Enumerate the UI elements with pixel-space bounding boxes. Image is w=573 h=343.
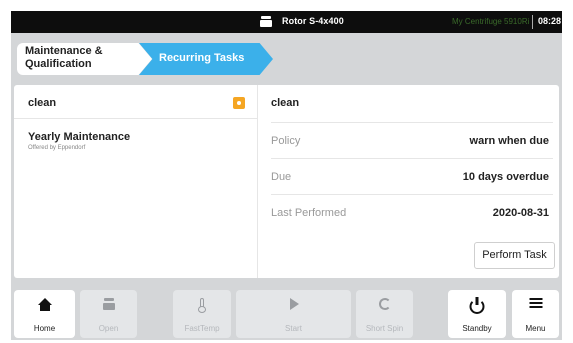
- status-bar: Rotor S-4x400 My Centrifuge 5910Ri 08:28: [11, 11, 562, 33]
- short-spin-icon: [378, 298, 391, 310]
- fasttemp-button[interactable]: FastTemp: [173, 290, 231, 338]
- open-button[interactable]: Open: [80, 290, 137, 338]
- detail-row-policy: Policy warn when due: [271, 122, 553, 157]
- power-icon: [469, 297, 485, 314]
- app-area: Maintenance & Qualification Recurring Ta…: [11, 33, 562, 340]
- home-icon: [37, 298, 52, 312]
- task-detail: clean Policy warn when due Due 10 days o…: [259, 85, 559, 278]
- detail-value: warn when due: [469, 135, 549, 147]
- standby-button[interactable]: Standby: [448, 290, 506, 338]
- perform-task-button[interactable]: Perform Task: [474, 242, 555, 269]
- breadcrumb-recurring-tasks-label: Recurring Tasks: [159, 52, 245, 64]
- home-button[interactable]: Home: [14, 290, 75, 338]
- thermometer-icon: [198, 298, 206, 313]
- detail-key: Last Performed: [271, 207, 347, 219]
- detail-key: Due: [271, 171, 292, 183]
- device-name: My Centrifuge 5910Ri: [452, 17, 530, 26]
- detail-value: 10 days overdue: [462, 171, 549, 183]
- warning-badge-icon: [233, 97, 245, 109]
- open-lid-icon: [102, 298, 115, 310]
- start-button[interactable]: Start: [236, 290, 351, 338]
- breadcrumb-recurring-tasks[interactable]: Recurring Tasks: [139, 43, 273, 75]
- task-item-label: clean: [28, 97, 57, 109]
- task-group-yearly-maintenance[interactable]: Yearly Maintenance Offered by Eppendorf: [28, 131, 130, 151]
- status-divider: [532, 15, 533, 29]
- breadcrumb-maintenance-label: Maintenance & Qualification: [25, 45, 103, 70]
- menu-button[interactable]: Menu: [512, 290, 559, 338]
- home-label: Home: [33, 324, 56, 333]
- bottom-toolbar: Home Open FastTemp Start Short Spin Stan…: [11, 286, 562, 340]
- detail-row-due: Due 10 days overdue: [271, 158, 553, 193]
- open-label: Open: [98, 324, 119, 333]
- main-card: clean Yearly Maintenance Offered by Eppe…: [14, 85, 559, 278]
- task-group-subtitle: Offered by Eppendorf: [28, 145, 86, 151]
- task-list: clean Yearly Maintenance Offered by Eppe…: [14, 85, 258, 278]
- clock: 08:28: [538, 16, 562, 26]
- short-spin-label: Short Spin: [365, 324, 404, 333]
- task-group-title: Yearly Maintenance: [28, 131, 131, 143]
- detail-row-last-performed: Last Performed 2020-08-31: [271, 194, 553, 229]
- task-item-clean[interactable]: clean: [14, 85, 258, 119]
- fasttemp-label: FastTemp: [184, 324, 220, 333]
- detail-value: 2020-08-31: [492, 207, 549, 219]
- short-spin-button[interactable]: Short Spin: [356, 290, 413, 338]
- rotor-icon: [260, 16, 272, 27]
- play-icon: [289, 298, 299, 310]
- detail-key: Policy: [271, 135, 301, 147]
- breadcrumb-maintenance[interactable]: Maintenance & Qualification: [17, 43, 152, 75]
- start-label: Start: [285, 324, 302, 333]
- standby-label: Standby: [462, 324, 492, 333]
- task-detail-title: clean: [271, 97, 300, 109]
- menu-label: Menu: [525, 324, 546, 333]
- menu-icon: [529, 298, 542, 309]
- rotor-label: Rotor S-4x400: [282, 16, 344, 26]
